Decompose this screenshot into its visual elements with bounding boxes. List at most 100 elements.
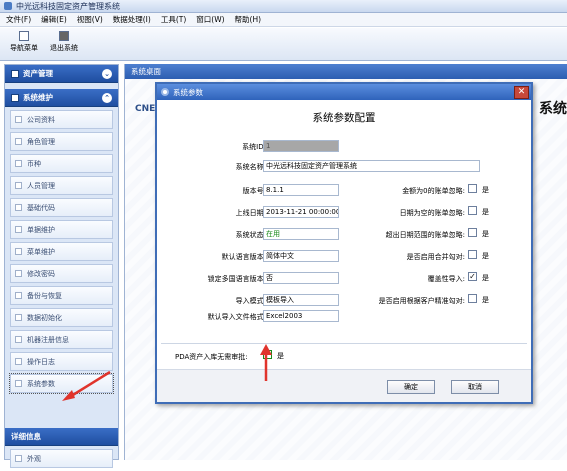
lock-lang-select[interactable]: 否 [263,272,339,284]
exit-icon [59,31,69,41]
sidebar-item-label: 外观 [27,454,41,463]
sidebar-item-roles[interactable]: 角色管理 [10,132,113,151]
chevron-down-icon[interactable]: ⌄ [102,68,112,79]
item-icon [15,116,22,123]
sidebar-section-asset[interactable]: 资产管理 ⌄ [5,65,118,83]
default-lang-select[interactable]: 简体中文 [263,250,339,262]
item-icon [15,292,22,299]
zero-amount-label: 金额为0的账单忽略: [402,187,465,195]
tab-desktop[interactable]: 系统桌面 [125,64,567,79]
sidebar-item-label: 公司资料 [27,115,55,124]
system-name-field[interactable]: 中光远科技固定资产管理系统 [263,160,480,172]
sidebar-item-currency[interactable]: 币种 [10,154,113,173]
out-of-range-label: 超出日期范围的账单忽略: [385,231,465,239]
status-field: 在用 [263,228,339,240]
system-id-field: 1 [263,140,339,152]
chevron-up-icon[interactable]: ⌃ [102,92,112,103]
exit-button[interactable]: 退出系统 [46,31,82,60]
sidebar-item-backup[interactable]: 备份与恢复 [10,286,113,305]
sidebar-item-menus[interactable]: 菜单维护 [10,242,113,261]
menu-file[interactable]: 文件(F) [6,14,31,25]
sidebar-section-system[interactable]: 系统维护 ⌃ [5,89,118,107]
annotation-arrow-sidebar [62,370,111,401]
empty-date-checkbox[interactable] [468,206,477,215]
ok-button[interactable]: 确定 [387,380,435,394]
item-icon [15,314,22,321]
app-title: 中光远科技固定资产管理系统 [16,1,120,11]
section-label: 系统维护 [23,93,53,102]
pda-label: PDA资产入库无需审批: [175,353,248,361]
sidebar-item-password[interactable]: 修改密码 [10,264,113,283]
menu-data[interactable]: 数据处理(I) [113,14,151,25]
sidebar-item-label: 系统参数 [27,379,55,388]
customer-match-label: 是否启用根据客户精准勾对: [378,297,465,305]
item-icon [15,160,22,167]
section-icon [11,69,19,78]
item-icon [15,455,22,462]
online-date-label: 上线日期: [235,209,266,217]
menubar: 文件(F) 编辑(E) 视图(V) 数据处理(I) 工具(T) 窗口(W) 帮助… [0,13,567,27]
dialog-title: 系统参数 [173,87,203,97]
item-icon [15,358,22,365]
merge-match-label: 是否启用合并勾对: [406,253,465,261]
sidebar-item-staff[interactable]: 人员管理 [10,176,113,195]
item-icon [15,204,22,211]
sidebar-item-company[interactable]: 公司资料 [10,110,113,129]
sidebar-item-label: 币种 [27,159,41,168]
customer-match-text: 是 [482,296,489,304]
customer-match-checkbox[interactable] [468,294,477,303]
online-date-field[interactable]: 2013-11-21 00:00:00 [263,206,339,218]
menu-tools[interactable]: 工具(T) [161,14,186,25]
item-icon [15,182,22,189]
sidebar-item-registration[interactable]: 机器注册信息 [10,330,113,349]
zero-amount-checkbox[interactable] [468,184,477,193]
close-icon[interactable]: ✕ [514,85,529,99]
section-icon [11,93,19,102]
version-field[interactable]: 8.1.1 [263,184,339,196]
sidebar-item-init[interactable]: 数据初始化 [10,308,113,327]
import-mode-label: 导入模式: [235,297,266,305]
status-label: 系统状态: [235,231,266,239]
nav-menu-button[interactable]: 导航菜单 [6,31,42,60]
divider [161,343,527,344]
app-icon [4,2,12,10]
menu-view[interactable]: 视图(V) [77,14,103,25]
sidebar-item-label: 单据维护 [27,225,55,234]
default-lang-label: 默认语言版本: [221,253,266,261]
menu-edit[interactable]: 编辑(E) [41,14,67,25]
overwrite-import-checkbox[interactable]: ✓ [468,272,477,281]
sidebar-item-basecode[interactable]: 基础代码 [10,198,113,217]
item-icon [15,226,22,233]
annotation-arrow-pda [260,344,272,381]
sidebar-item-documents[interactable]: 单据维护 [10,220,113,239]
item-icon [15,248,22,255]
item-icon [15,336,22,343]
import-format-select[interactable]: Excel2003 [263,310,339,322]
menu-window[interactable]: 窗口(W) [196,14,224,25]
lock-lang-label: 锁定多国语言版本: [207,275,266,283]
out-of-range-text: 是 [482,230,489,238]
system-params-dialog: 系统参数 ✕ 系统参数配置 系统ID: 1 系统名称: 中光远科技固定资产管理系… [155,82,533,404]
sidebar-item-label: 操作日志 [27,357,55,366]
sidebar-item-label: 基础代码 [27,203,55,212]
zero-amount-text: 是 [482,186,489,194]
section-label: 详细信息 [11,432,41,441]
out-of-range-checkbox[interactable] [468,228,477,237]
sidebar-item-label: 菜单维护 [27,247,55,256]
menu-help[interactable]: 帮助(H) [235,14,262,25]
dialog-button-row: 确定 取消 [157,369,531,402]
merge-match-checkbox[interactable] [468,250,477,259]
sidebar-item-appearance[interactable]: 外观 [10,449,113,468]
sidebar-item-label: 修改密码 [27,269,55,278]
sidebar-section-details[interactable]: 详细信息 [5,428,118,446]
sidebar-item-label: 角色管理 [27,137,55,146]
empty-date-label: 日期为空的账单忽略: [399,209,465,217]
nav-menu-icon [19,31,29,41]
toolbar: 导航菜单 退出系统 [0,28,567,61]
overwrite-import-label: 覆盖性导入: [427,275,465,283]
item-icon [15,380,22,387]
cancel-button[interactable]: 取消 [451,380,499,394]
sidebar-item-label: 数据初始化 [27,313,62,322]
import-mode-select[interactable]: 模板导入 [263,294,339,306]
item-icon [15,270,22,277]
